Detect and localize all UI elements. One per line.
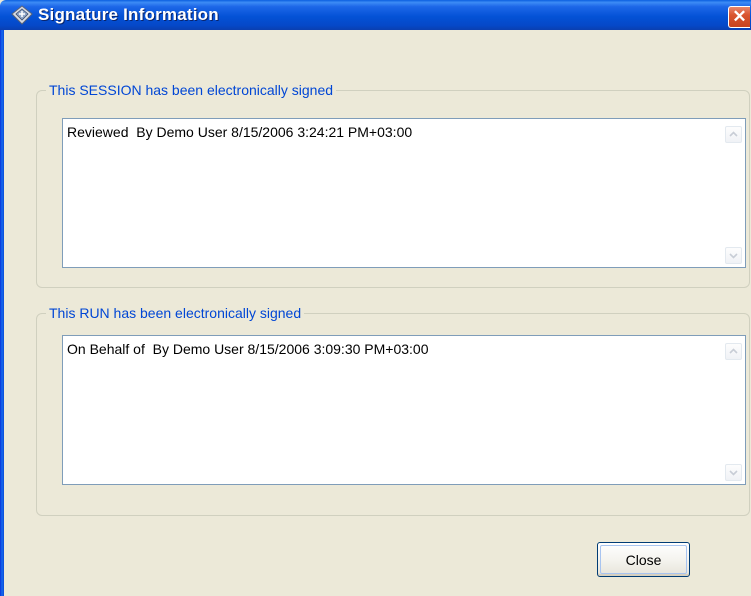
title-bar[interactable]: Signature Information ✕ <box>0 0 751 30</box>
run-scroll-up-button[interactable] <box>725 343 742 360</box>
session-group-legend: This SESSION has been electronically sig… <box>46 81 337 99</box>
window-title: Signature Information <box>38 5 219 24</box>
session-signature-textarea[interactable]: Reviewed By Demo User 8/15/2006 3:24:21 … <box>62 118 746 268</box>
chevron-up-icon <box>729 348 738 354</box>
run-scroll-down-button[interactable] <box>725 464 742 481</box>
run-signature-group: This RUN has been electronically signed … <box>36 304 750 516</box>
app-icon <box>11 5 33 25</box>
close-icon: ✕ <box>732 7 747 26</box>
chevron-down-icon <box>729 253 738 259</box>
run-scrollbar[interactable] <box>719 336 745 484</box>
session-scroll-down-button[interactable] <box>725 247 742 264</box>
chevron-down-icon <box>729 470 738 476</box>
session-scroll-up-button[interactable] <box>725 126 742 143</box>
close-button-label: Close <box>625 551 662 568</box>
session-signature-text: Reviewed By Demo User 8/15/2006 3:24:21 … <box>67 124 413 140</box>
session-scrollbar[interactable] <box>719 119 745 267</box>
run-signature-text: On Behalf of By Demo User 8/15/2006 3:09… <box>67 341 429 357</box>
run-signature-textarea[interactable]: On Behalf of By Demo User 8/15/2006 3:09… <box>62 335 746 485</box>
chevron-up-icon <box>729 131 738 137</box>
session-signature-group: This SESSION has been electronically sig… <box>36 81 750 288</box>
run-group-legend: This RUN has been electronically signed <box>46 304 305 322</box>
window-close-button[interactable]: ✕ <box>728 6 750 28</box>
close-button[interactable]: Close <box>597 542 690 577</box>
window-left-border <box>0 30 4 596</box>
